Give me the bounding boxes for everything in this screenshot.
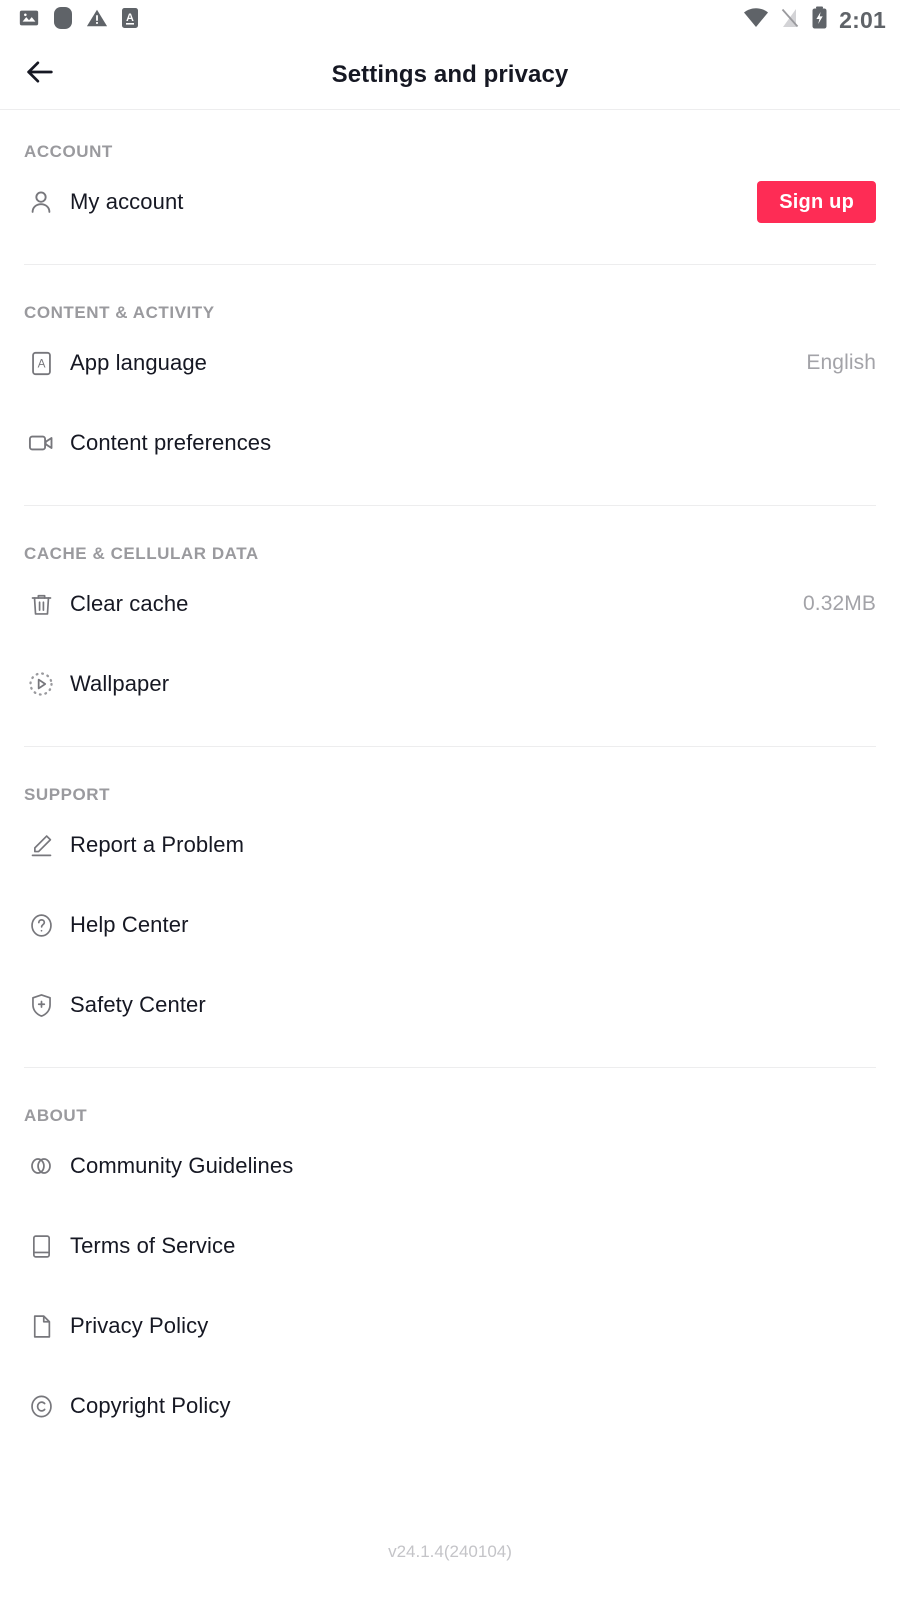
pencil-icon [24,828,58,862]
section-header-account: ACCOUNT [24,142,113,161]
status-bar-left-icons: A [18,6,140,35]
status-bar-right-icons: 2:01 [743,6,886,35]
settings-row-label: Copyright Policy [70,1393,231,1418]
section-header-about: ABOUT [24,1106,88,1125]
section-header-cache-cellular-data: CACHE & CELLULAR DATA [24,544,259,563]
sign-up-button[interactable]: Sign up [757,181,876,223]
trash-icon [24,587,58,621]
settings-row-label: Privacy Policy [70,1313,209,1338]
status-bar: A 2:01 [0,0,900,40]
rounded-square-icon [52,6,74,35]
video-camera-icon [24,426,58,460]
settings-row-label: Wallpaper [70,671,170,696]
app-version-label: v24.1.4(240104) [388,1542,512,1561]
settings-row-label: Community Guidelines [70,1153,294,1178]
copyright-icon [24,1389,58,1423]
settings-row-app-language[interactable]: A App language English [0,323,900,403]
language-a-icon: A [24,346,58,380]
image-icon [18,7,40,34]
settings-row-value: English [806,351,876,374]
svg-text:A: A [37,356,45,370]
settings-row-clear-cache[interactable]: Clear cache 0.32MB [0,564,900,644]
settings-row-community-guidelines[interactable]: Community Guidelines [0,1126,900,1206]
settings-row-label: Safety Center [70,992,206,1017]
svg-text:A: A [126,12,134,24]
settings-row-help-center[interactable]: Help Center [0,885,900,965]
settings-row-privacy-policy[interactable]: Privacy Policy [0,1286,900,1366]
settings-list: ACCOUNT My account Sign up CONTENT & ACT… [0,110,900,1562]
settings-row-value: 0.32MB [803,592,876,615]
person-icon [24,185,58,219]
question-circle-icon [24,908,58,942]
settings-row-label: Help Center [70,912,189,937]
settings-row-my-account[interactable]: My account Sign up [0,162,900,242]
settings-row-label: Content preferences [70,430,272,455]
settings-row-copyright-policy[interactable]: Copyright Policy [0,1366,900,1446]
wallpaper-play-icon [24,667,58,701]
settings-row-report-a-problem[interactable]: Report a Problem [0,805,900,885]
settings-row-label: My account [70,189,184,214]
page-header: Settings and privacy [0,40,900,110]
book-icon [24,1229,58,1263]
signal-off-icon [780,7,800,34]
document-icon [24,1309,58,1343]
back-button[interactable] [16,51,64,99]
section-header-content-activity: CONTENT & ACTIVITY [24,303,215,322]
settings-row-label: Terms of Service [70,1233,236,1258]
shield-plus-icon [24,988,58,1022]
section-header-support: SUPPORT [24,785,111,804]
page-title: Settings and privacy [331,60,569,88]
wifi-icon [743,7,769,34]
settings-row-safety-center[interactable]: Safety Center [0,965,900,1045]
settings-row-label: Report a Problem [70,832,245,857]
a-badge-icon: A [120,7,140,34]
settings-row-label: App language [70,350,207,375]
settings-row-label: Clear cache [70,591,189,616]
settings-row-wallpaper[interactable]: Wallpaper [0,644,900,724]
settings-row-terms-of-service[interactable]: Terms of Service [0,1206,900,1286]
battery-charging-icon [811,6,828,35]
two-circles-icon [24,1149,58,1183]
back-arrow-icon [23,55,57,94]
settings-row-content-preferences[interactable]: Content preferences [0,403,900,483]
warning-icon [86,7,108,34]
status-bar-clock: 2:01 [839,6,886,33]
